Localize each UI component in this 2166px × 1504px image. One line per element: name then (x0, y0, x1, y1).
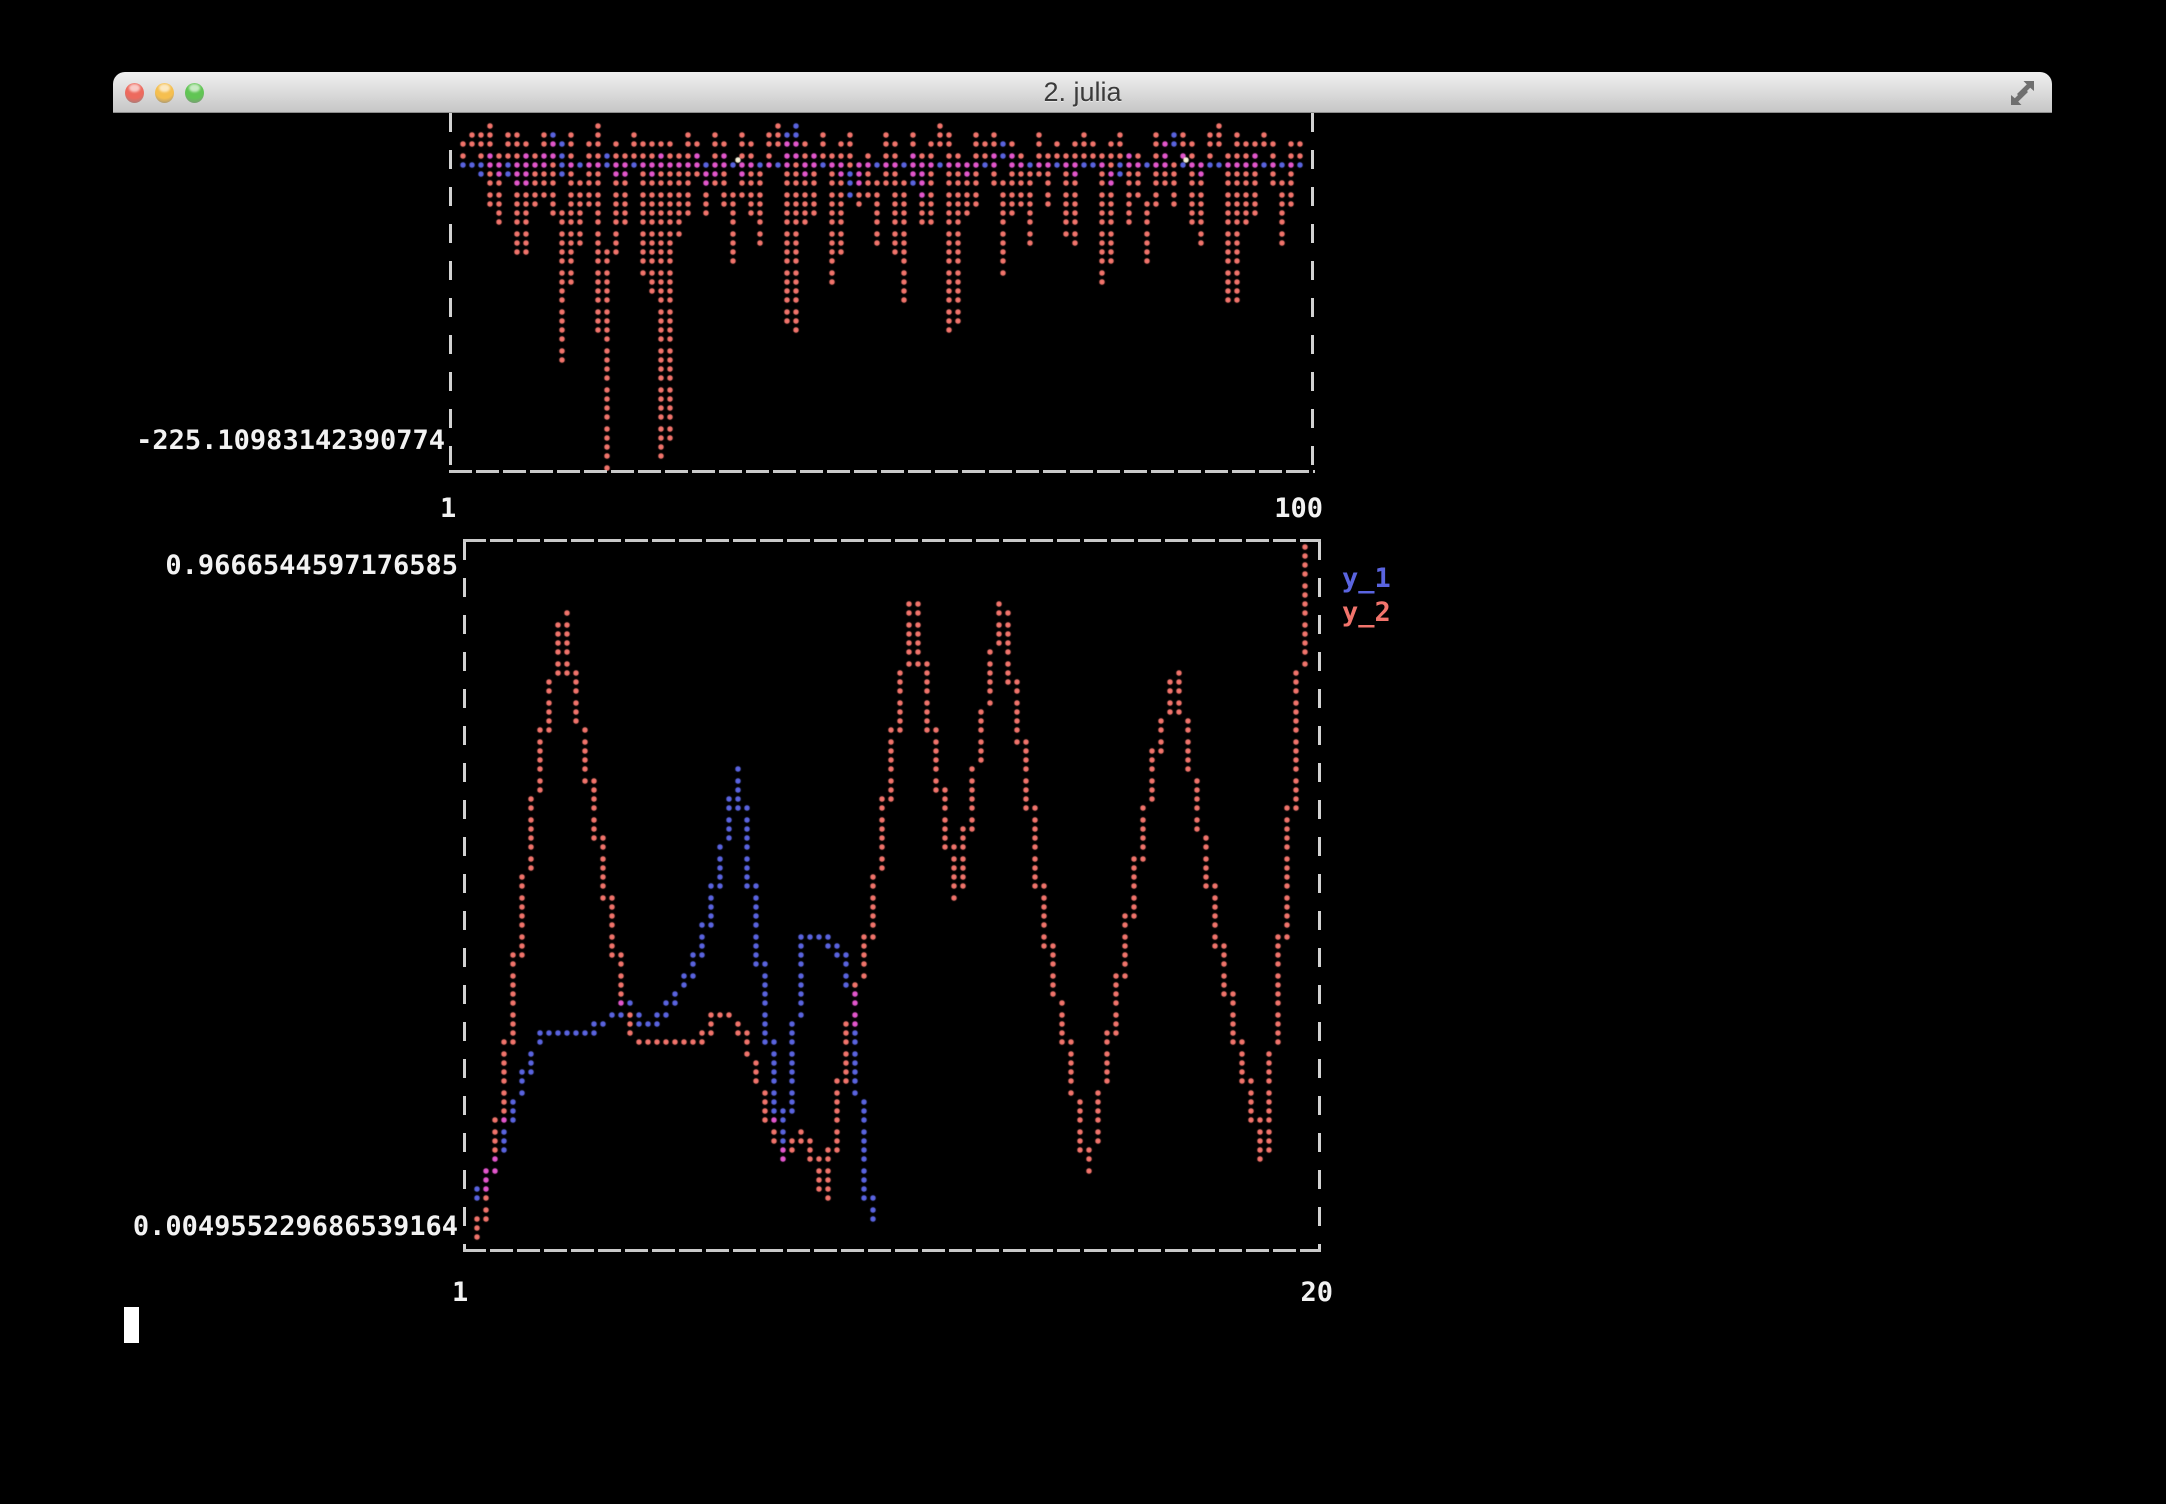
terminal-cursor (124, 1307, 139, 1343)
top-chart-canvas (452, 113, 1310, 471)
top-chart-left-border (449, 113, 452, 470)
window-title: 2. julia (113, 72, 2052, 113)
bottom-chart-right-border (1318, 541, 1321, 1251)
legend-item-y2: y_2 (1342, 596, 1391, 630)
bottom-chart-xmin-label: 1 (452, 1276, 468, 1310)
top-chart-xmin-label: 1 (440, 492, 456, 526)
bottom-chart-xmax-label: 20 (1300, 1276, 1333, 1310)
titlebar[interactable]: 2. julia (113, 72, 2052, 113)
resize-icon[interactable] (2004, 78, 2040, 108)
top-chart-right-border (1311, 113, 1314, 470)
legend-item-y1: y_1 (1342, 562, 1391, 596)
bottom-chart-ymax-label: 0.9666544597176585 (165, 549, 458, 583)
bottom-chart-left-border (463, 541, 466, 1251)
desktop: 2. julia -225.10983142390774 1 100 0.966… (0, 0, 2166, 1504)
bottom-chart-canvas (466, 543, 1318, 1249)
bottom-chart-ymin-label: 0.004955229686539164 (133, 1210, 458, 1244)
top-chart-ymin-label: -225.10983142390774 (136, 424, 445, 458)
bottom-chart-bottom-border (463, 1249, 1321, 1252)
top-chart-xmax-label: 100 (1274, 492, 1323, 526)
bottom-chart-top-border (463, 539, 1321, 542)
top-chart-bottom-border (449, 470, 1315, 473)
